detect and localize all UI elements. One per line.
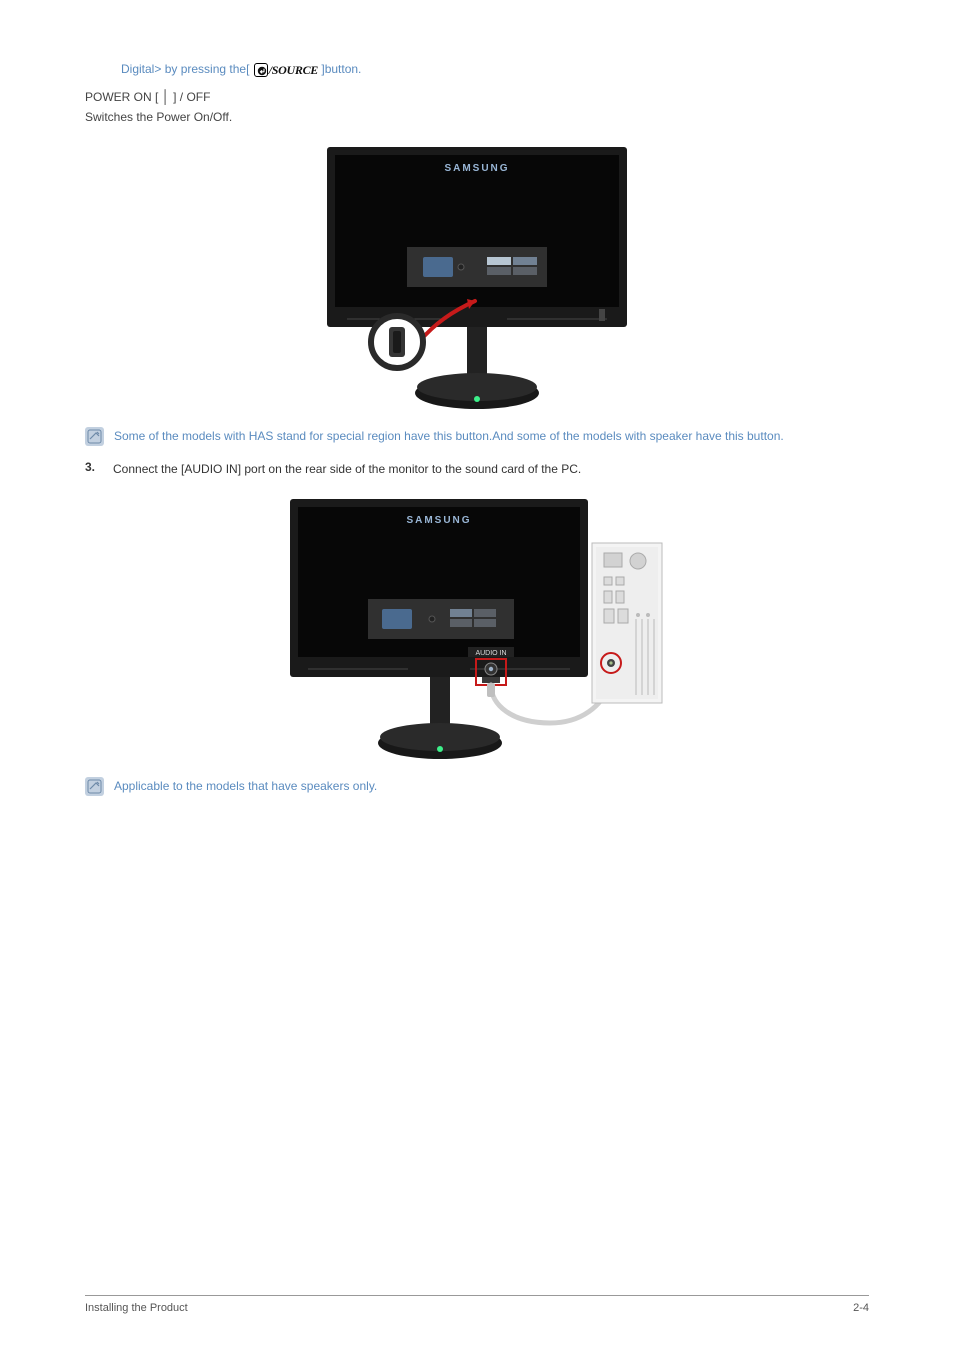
note-has-stand: Some of the models with HAS stand for sp… bbox=[85, 427, 869, 446]
svg-text:AUDIO IN: AUDIO IN bbox=[475, 650, 506, 657]
footer-right: 2-4 bbox=[853, 1302, 869, 1314]
figure-audio-in: SAMSUNG AUDIO IN bbox=[85, 499, 869, 759]
footer-left: Installing the Product bbox=[85, 1302, 188, 1314]
step-3: 3. Connect the [AUDIO IN] port on the re… bbox=[85, 460, 869, 479]
power-pre: POWER ON [ bbox=[85, 90, 162, 104]
power-symbol: │ bbox=[162, 89, 170, 104]
note-speakers-text: Applicable to the models that have speak… bbox=[114, 777, 869, 796]
power-desc: Switches the Power On/Off. bbox=[85, 108, 869, 127]
step-3-num: 3. bbox=[85, 460, 113, 474]
note-icon bbox=[85, 777, 104, 796]
digital-suffix: ]button. bbox=[321, 62, 361, 76]
note-speakers-only: Applicable to the models that have speak… bbox=[85, 777, 869, 796]
step-3-text: Connect the [AUDIO IN] port on the rear … bbox=[113, 460, 869, 479]
svg-text:SAMSUNG: SAMSUNG bbox=[406, 515, 471, 526]
top-section: Digital> by pressing the[ /SOURCE ]butto… bbox=[121, 60, 869, 79]
source-label: /SOURCE bbox=[269, 63, 318, 77]
digital-prefix: Digital> by pressing the[ bbox=[121, 62, 249, 76]
power-block: POWER ON [ │ ] / OFF Switches the Power … bbox=[85, 87, 869, 127]
enter-icon bbox=[254, 63, 268, 77]
audio-in-illustration: SAMSUNG AUDIO IN bbox=[282, 499, 672, 759]
page-footer: Installing the Product 2-4 bbox=[85, 1295, 869, 1314]
digital-line: Digital> by pressing the[ /SOURCE ]butto… bbox=[121, 60, 869, 79]
monitor-power-illustration: SAMSUNG bbox=[317, 147, 637, 409]
note-has-text: Some of the models with HAS stand for sp… bbox=[114, 427, 869, 446]
pc-back-panel bbox=[592, 543, 662, 703]
figure-monitor-power: SAMSUNG bbox=[85, 147, 869, 409]
power-post: ] / OFF bbox=[170, 90, 211, 104]
svg-text:SAMSUNG: SAMSUNG bbox=[444, 163, 509, 174]
note-icon bbox=[85, 427, 104, 446]
power-line: POWER ON [ │ ] / OFF bbox=[85, 87, 869, 108]
page: Digital> by pressing the[ /SOURCE ]butto… bbox=[0, 0, 954, 1350]
